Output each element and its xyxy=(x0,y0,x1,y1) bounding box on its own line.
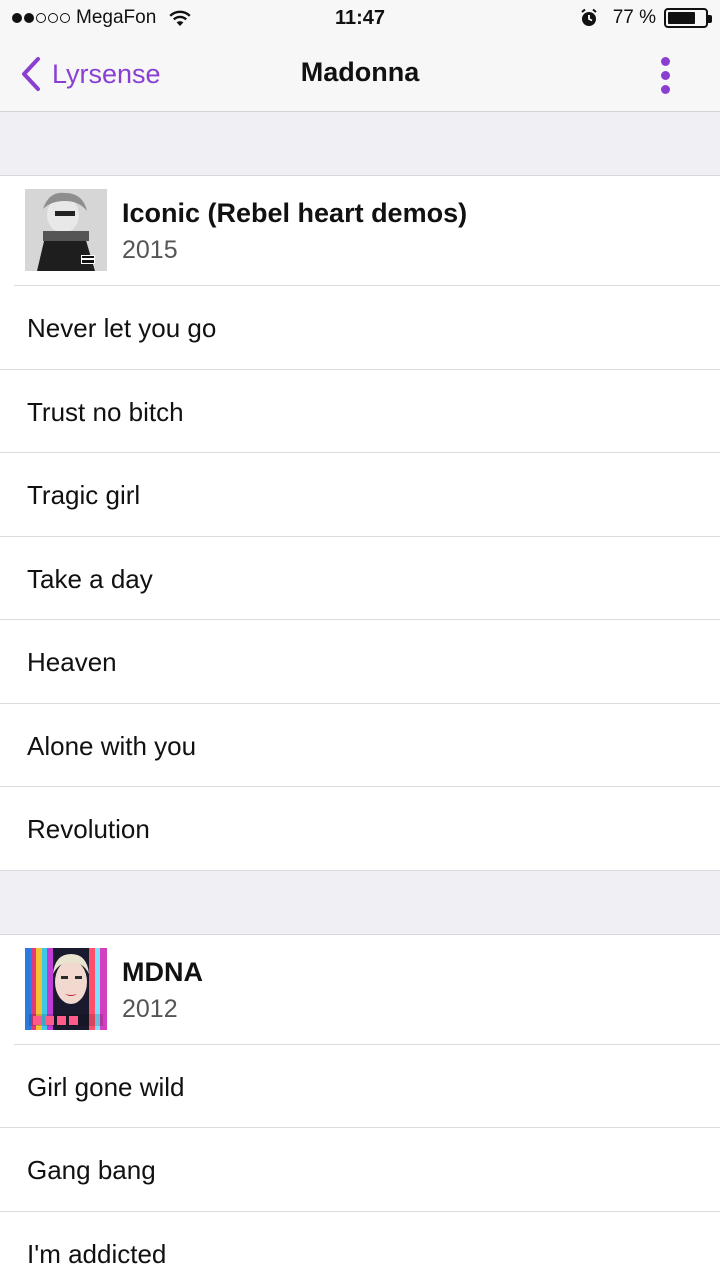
more-vertical-icon-dot xyxy=(660,56,670,66)
track-row[interactable]: Alone with you xyxy=(0,703,720,787)
more-options-button[interactable] xyxy=(650,52,680,98)
album-year: 2015 xyxy=(122,236,178,264)
screen: MegaFon 11:47 77 % Lyrsense Madonna Icon… xyxy=(0,0,720,1280)
album-header[interactable]: MDNA 2012 xyxy=(0,934,720,1045)
alarm-icon xyxy=(581,8,597,26)
album-title: Iconic (Rebel heart demos) xyxy=(122,198,468,228)
more-vertical-icon-dot xyxy=(660,84,670,94)
track-title: Girl gone wild xyxy=(27,1071,185,1102)
track-title: Never let you go xyxy=(27,313,217,343)
track-row[interactable]: Take a day xyxy=(0,536,720,620)
track-title: Gang bang xyxy=(27,1155,156,1185)
page-title: Madonna xyxy=(300,57,420,87)
battery-level-fill xyxy=(668,12,695,24)
battery-icon xyxy=(664,8,712,28)
track-title: Trust no bitch xyxy=(27,396,184,427)
album-list: Iconic (Rebel heart demos) 2015 Never le… xyxy=(0,112,720,1280)
battery-cap xyxy=(708,15,712,23)
album-cover-art-mdna xyxy=(25,947,107,1030)
status-bar: MegaFon 11:47 77 % xyxy=(0,0,720,38)
status-right: 77 % xyxy=(579,7,712,29)
album-cover-art-iconic xyxy=(25,189,107,271)
section-separator xyxy=(0,870,720,935)
navigation-bar: Lyrsense Madonna xyxy=(0,38,720,112)
track-row[interactable]: Heaven xyxy=(0,620,720,704)
track-row[interactable]: Trust no bitch xyxy=(0,369,720,453)
track-row[interactable]: Tragic girl xyxy=(0,453,720,537)
album-cover xyxy=(25,947,107,1030)
track-row[interactable]: Never let you go xyxy=(0,286,720,370)
track-row[interactable]: Revolution xyxy=(0,787,720,871)
track-title: Take a day xyxy=(27,563,153,594)
track-title: Tragic girl xyxy=(27,480,141,510)
battery-percentage: 77 % xyxy=(612,7,656,28)
more-vertical-icon-dot xyxy=(660,70,670,80)
track-row[interactable]: Gang bang xyxy=(0,1128,720,1212)
track-title: I'm addicted xyxy=(27,1238,167,1269)
track-title: Heaven xyxy=(27,647,117,677)
section-separator xyxy=(0,112,720,176)
album-title: MDNA xyxy=(122,956,203,987)
album-header[interactable]: Iconic (Rebel heart demos) 2015 xyxy=(0,176,720,286)
track-row[interactable]: I'm addicted xyxy=(0,1211,720,1280)
track-row[interactable]: Girl gone wild xyxy=(0,1044,720,1128)
track-title: Revolution xyxy=(27,814,150,844)
album-year: 2012 xyxy=(122,994,178,1023)
track-title: Alone with you xyxy=(27,730,197,761)
album-cover xyxy=(25,189,107,271)
